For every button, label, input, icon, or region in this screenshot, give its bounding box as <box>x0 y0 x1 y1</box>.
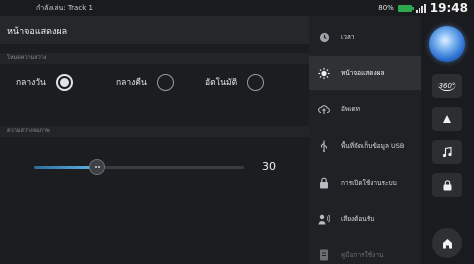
brightness-slider[interactable] <box>34 159 244 175</box>
mode-option-label: กลางวัน <box>16 78 46 88</box>
lock-button[interactable] <box>432 173 462 197</box>
view-360-icon: 360° <box>437 81 457 91</box>
music-button[interactable] <box>432 140 462 164</box>
display-settings-panel: หน้าจอแสดงผล โหมดความสว่าง กลางวัน กลางค… <box>0 16 309 264</box>
mode-option-label: อัตโนมัติ <box>205 78 238 88</box>
page-title: หน้าจอแสดงผล <box>7 27 68 37</box>
clock: 19:48 <box>429 1 468 15</box>
status-bar: กำลังเล่น: Track 1 80% 19:48 <box>0 0 474 16</box>
radio-auto[interactable] <box>247 73 265 91</box>
battery-percent: 80% <box>378 4 394 12</box>
page-header: หน้าจอแสดงผล <box>0 16 309 44</box>
mode-section-label: โหมดความสว่าง <box>7 55 47 61</box>
menu-item-label: อัพเดท <box>341 105 360 113</box>
menu-item-label: การเปิดใช้งานระบบ <box>341 179 397 187</box>
brightness-mode-group: กลางวัน กลางคืน อัตโนมัติ <box>16 71 301 93</box>
radio-day[interactable] <box>55 73 73 91</box>
lock-icon <box>443 179 451 190</box>
home-button[interactable] <box>432 228 462 258</box>
menu-item-manual[interactable]: คู่มือการใช้งาน <box>309 238 421 264</box>
status-indicators: 80% 19:48 <box>378 0 468 16</box>
brightness-slider-thumb[interactable] <box>89 159 105 175</box>
person-voice-icon <box>318 213 330 225</box>
home-icon <box>442 238 452 248</box>
clock-icon <box>318 31 330 43</box>
brightness-section-label: ความสว่างจอภาพ <box>7 128 50 134</box>
quick-dock: 360° <box>421 16 474 264</box>
menu-item-display[interactable]: หน้าจอแสดงผล <box>309 56 421 90</box>
now-playing-text: กำลังเล่น: Track 1 <box>36 4 93 12</box>
view-360-button[interactable]: 360° <box>432 74 462 98</box>
settings-menu: เวลา หน้าจอแสดงผล อัพเดท พื้นที่จัดเก็บข… <box>309 16 421 264</box>
navigation-arrow-icon <box>443 115 451 123</box>
menu-item-label: เวลา <box>341 33 355 41</box>
lock-icon <box>318 177 330 189</box>
cloud-update-icon <box>318 103 330 115</box>
menu-item-label: พื้นที่จัดเก็บข้อมูล USB <box>341 142 405 150</box>
mode-option-night[interactable]: กลางคืน <box>116 71 174 93</box>
signal-icon <box>415 3 426 13</box>
mode-option-label: กลางคืน <box>116 78 147 88</box>
menu-item-welcome-sound[interactable]: เสียงต้อนรับ <box>309 202 421 236</box>
menu-item-activation[interactable]: การเปิดใช้งานระบบ <box>309 166 421 200</box>
brightness-value: 30 <box>262 160 276 173</box>
radio-night[interactable] <box>156 73 174 91</box>
brightness-icon <box>318 67 330 79</box>
logo-icon[interactable] <box>429 26 465 62</box>
menu-item-label: เสียงต้อนรับ <box>341 215 375 223</box>
menu-item-time[interactable]: เวลา <box>309 20 421 54</box>
usb-icon <box>318 140 330 152</box>
menu-item-update[interactable]: อัพเดท <box>309 92 421 126</box>
brightness-slider-fill <box>34 166 97 169</box>
menu-item-label: คู่มือการใช้งาน <box>341 251 384 259</box>
menu-item-usb[interactable]: พื้นที่จัดเก็บข้อมูล USB <box>309 129 421 163</box>
manual-icon <box>318 249 330 261</box>
battery-icon <box>397 4 414 12</box>
mode-option-auto[interactable]: อัตโนมัติ <box>205 71 265 93</box>
navigation-button[interactable] <box>432 107 462 131</box>
mode-option-day[interactable]: กลางวัน <box>16 71 73 93</box>
music-note-icon <box>442 146 452 157</box>
menu-item-label: หน้าจอแสดงผล <box>341 69 385 77</box>
